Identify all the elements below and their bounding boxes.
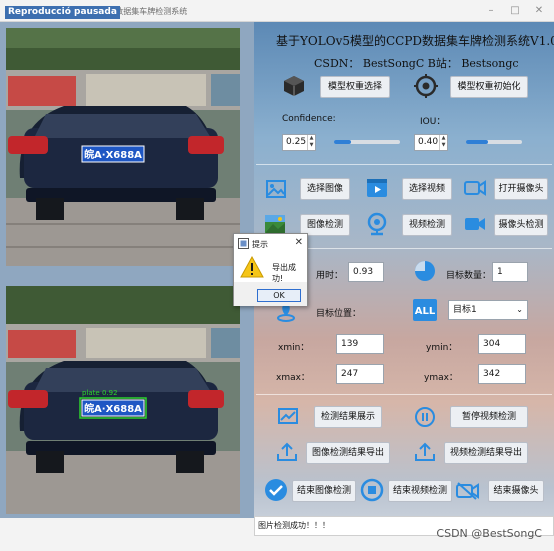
iou-value: 0.40	[418, 137, 439, 147]
chart-line-icon	[278, 408, 298, 424]
warning-icon	[240, 256, 264, 278]
cube-icon	[284, 76, 304, 96]
license-plate-text: 皖A·X688A	[84, 148, 142, 161]
target-count-label: 目标数量：	[446, 271, 492, 281]
init-weights-button[interactable]: 模型权重初始化	[450, 76, 528, 98]
image-panel: 皖A·X688A plate 0.92 皖A·X688A	[0, 22, 254, 551]
location-icon	[277, 304, 295, 322]
stop-circle-icon	[360, 478, 384, 502]
dialog-message: 导出成功!	[272, 263, 296, 283]
end-image-detect-button[interactable]: 结束图像检测	[292, 480, 356, 502]
ok-button[interactable]: OK	[257, 289, 301, 302]
ymin-field[interactable]: 304	[478, 334, 526, 354]
divider	[256, 164, 552, 165]
maximize-icon[interactable]: □	[508, 4, 522, 18]
time-label: 用时：	[316, 271, 344, 281]
xmax-label: xmax：	[276, 373, 310, 383]
confidence-slider-fill	[334, 140, 351, 144]
target-select-dropdown[interactable]: 目标1 ⌄	[448, 300, 528, 320]
minimize-icon[interactable]: –	[484, 4, 498, 18]
left-footer	[0, 518, 254, 551]
video-detect-button[interactable]: 视频检测	[402, 214, 452, 236]
window-titlebar: 基于YOLOv5模型的CCPD数据集车牌检测系统 Reproducció pau…	[0, 0, 554, 22]
confidence-value: 0.25	[286, 137, 307, 147]
playback-paused-badge: Reproducció pausada	[5, 6, 120, 19]
open-camera-button[interactable]: 打开摄像头	[494, 178, 548, 200]
app-icon	[238, 238, 249, 249]
upload-icon	[277, 442, 297, 461]
video-file-icon	[367, 179, 387, 197]
check-circle-icon	[265, 479, 287, 501]
ymin-label: ymin：	[426, 343, 458, 353]
close-icon[interactable]: ✕	[532, 4, 546, 18]
spin-arrows-icon[interactable]: ▲ ▼	[439, 135, 447, 150]
export-video-button[interactable]: 视频检测结果导出	[444, 442, 528, 464]
camera-detect-button[interactable]: 摄像头检测	[494, 214, 548, 236]
confidence-label: Confidence:	[282, 114, 336, 124]
detection-result-image: plate 0.92 皖A·X688A	[6, 286, 240, 514]
ymax-label: ymax：	[424, 373, 458, 383]
watermark: CSDN @BestSongC	[436, 527, 542, 540]
chevron-down-icon: ⌄	[516, 305, 523, 314]
camera-off-icon	[456, 482, 479, 500]
camera-icon	[464, 180, 486, 196]
iou-slider-fill	[466, 140, 489, 144]
end-video-detect-button[interactable]: 结束视频检测	[388, 480, 452, 502]
target-select-value: 目标1	[453, 305, 477, 315]
xmax-field[interactable]: 247	[336, 364, 384, 384]
export-image-button[interactable]: 图像检测结果导出	[306, 442, 390, 464]
pause-video-button[interactable]: 暂停视频检测	[450, 406, 528, 428]
iou-label: IOU：	[420, 117, 446, 127]
xmin-field[interactable]: 139	[336, 334, 384, 354]
all-icon: ALL	[413, 299, 437, 321]
message-dialog: 提示 ✕ 导出成功! OK	[233, 233, 308, 306]
confidence-spinbox[interactable]: 0.25 ▲ ▼	[282, 134, 316, 151]
divider	[256, 394, 552, 395]
iou-spinbox[interactable]: 0.40 ▲ ▼	[414, 134, 448, 151]
detection-label: plate 0.92	[82, 389, 118, 397]
image-icon	[266, 180, 286, 198]
target-position-label: 目标位置：	[316, 309, 362, 319]
webcam-icon	[367, 212, 387, 236]
spin-arrows-icon[interactable]: ▲ ▼	[307, 135, 315, 150]
app-title: 基于YOLOv5模型的CCPD数据集车牌检测系统V1.0	[276, 34, 554, 48]
image-detect-icon	[265, 215, 285, 233]
time-field[interactable]: 0.93	[348, 262, 384, 282]
show-result-button[interactable]: 检测结果展示	[314, 406, 382, 428]
ymax-field[interactable]: 342	[478, 364, 526, 384]
select-weights-button[interactable]: 模型权重选择	[320, 76, 390, 98]
confidence-slider[interactable]	[334, 140, 400, 144]
select-video-button[interactable]: 选择视频	[402, 178, 452, 200]
close-icon[interactable]: ✕	[295, 237, 303, 248]
pause-icon	[415, 407, 435, 427]
select-image-button[interactable]: 选择图像	[300, 178, 350, 200]
close-camera-button[interactable]: 结束摄像头	[488, 480, 544, 502]
video-camera-icon	[465, 218, 485, 230]
pie-chart-icon	[415, 261, 435, 281]
status-message: 图片检测成功！！！	[258, 521, 330, 530]
license-plate-text: 皖A·X688A	[84, 402, 142, 415]
iou-slider[interactable]	[466, 140, 522, 144]
target-count-field[interactable]: 1	[492, 262, 528, 282]
original-image: 皖A·X688A	[6, 28, 240, 266]
upload-icon	[415, 442, 435, 461]
svg-text:ALL: ALL	[415, 306, 436, 317]
xmin-label: xmin：	[278, 343, 310, 353]
target-icon	[414, 74, 438, 98]
author-info: CSDN： BestSongC B站： Bestsongc	[314, 57, 519, 70]
dialog-title: 提示	[252, 240, 268, 249]
